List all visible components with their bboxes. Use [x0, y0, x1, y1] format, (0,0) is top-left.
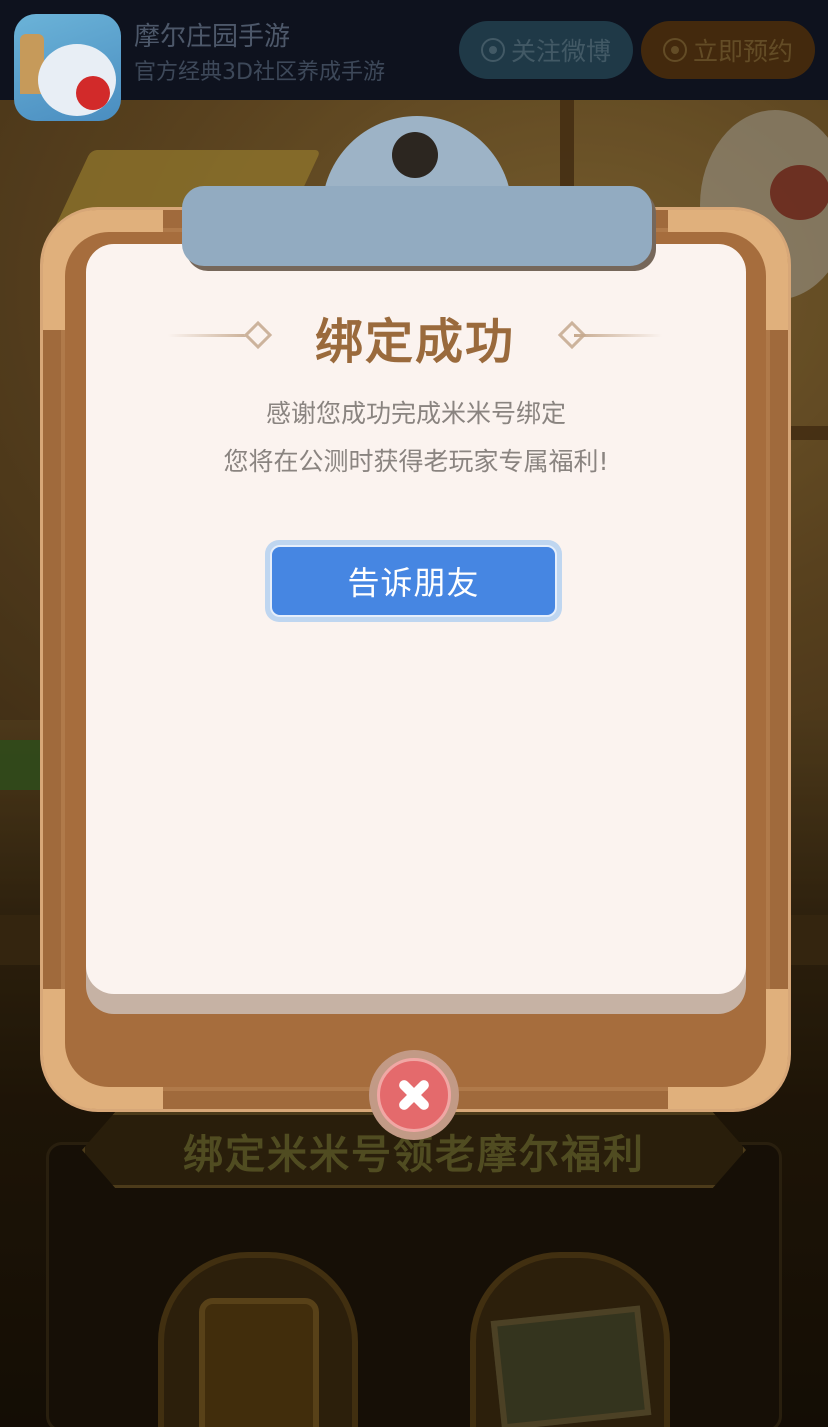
app-icon-mole-nose: [76, 76, 110, 110]
close-icon: [377, 1058, 451, 1132]
app-icon[interactable]: [14, 14, 121, 121]
page: 绑定米米号领老摩尔福利 摩尔庄园手游 官方经典3D社区养成手游 关注微博 立即预…: [0, 0, 828, 1427]
modal-title-row: 绑定成功: [160, 302, 670, 370]
modal-message-line1: 感谢您成功完成米米号绑定: [265, 399, 566, 428]
clip-hole: [392, 132, 438, 178]
clip-base: [182, 186, 652, 266]
modal-message-line2: 您将在公测时获得老玩家专属福利!: [223, 447, 609, 476]
title-decoration-right: [574, 334, 662, 337]
close-button[interactable]: [369, 1050, 459, 1140]
tell-friends-label: 告诉朋友: [270, 545, 557, 617]
tell-friends-button[interactable]: 告诉朋友: [265, 540, 562, 622]
modal-title: 绑定成功: [314, 314, 515, 370]
